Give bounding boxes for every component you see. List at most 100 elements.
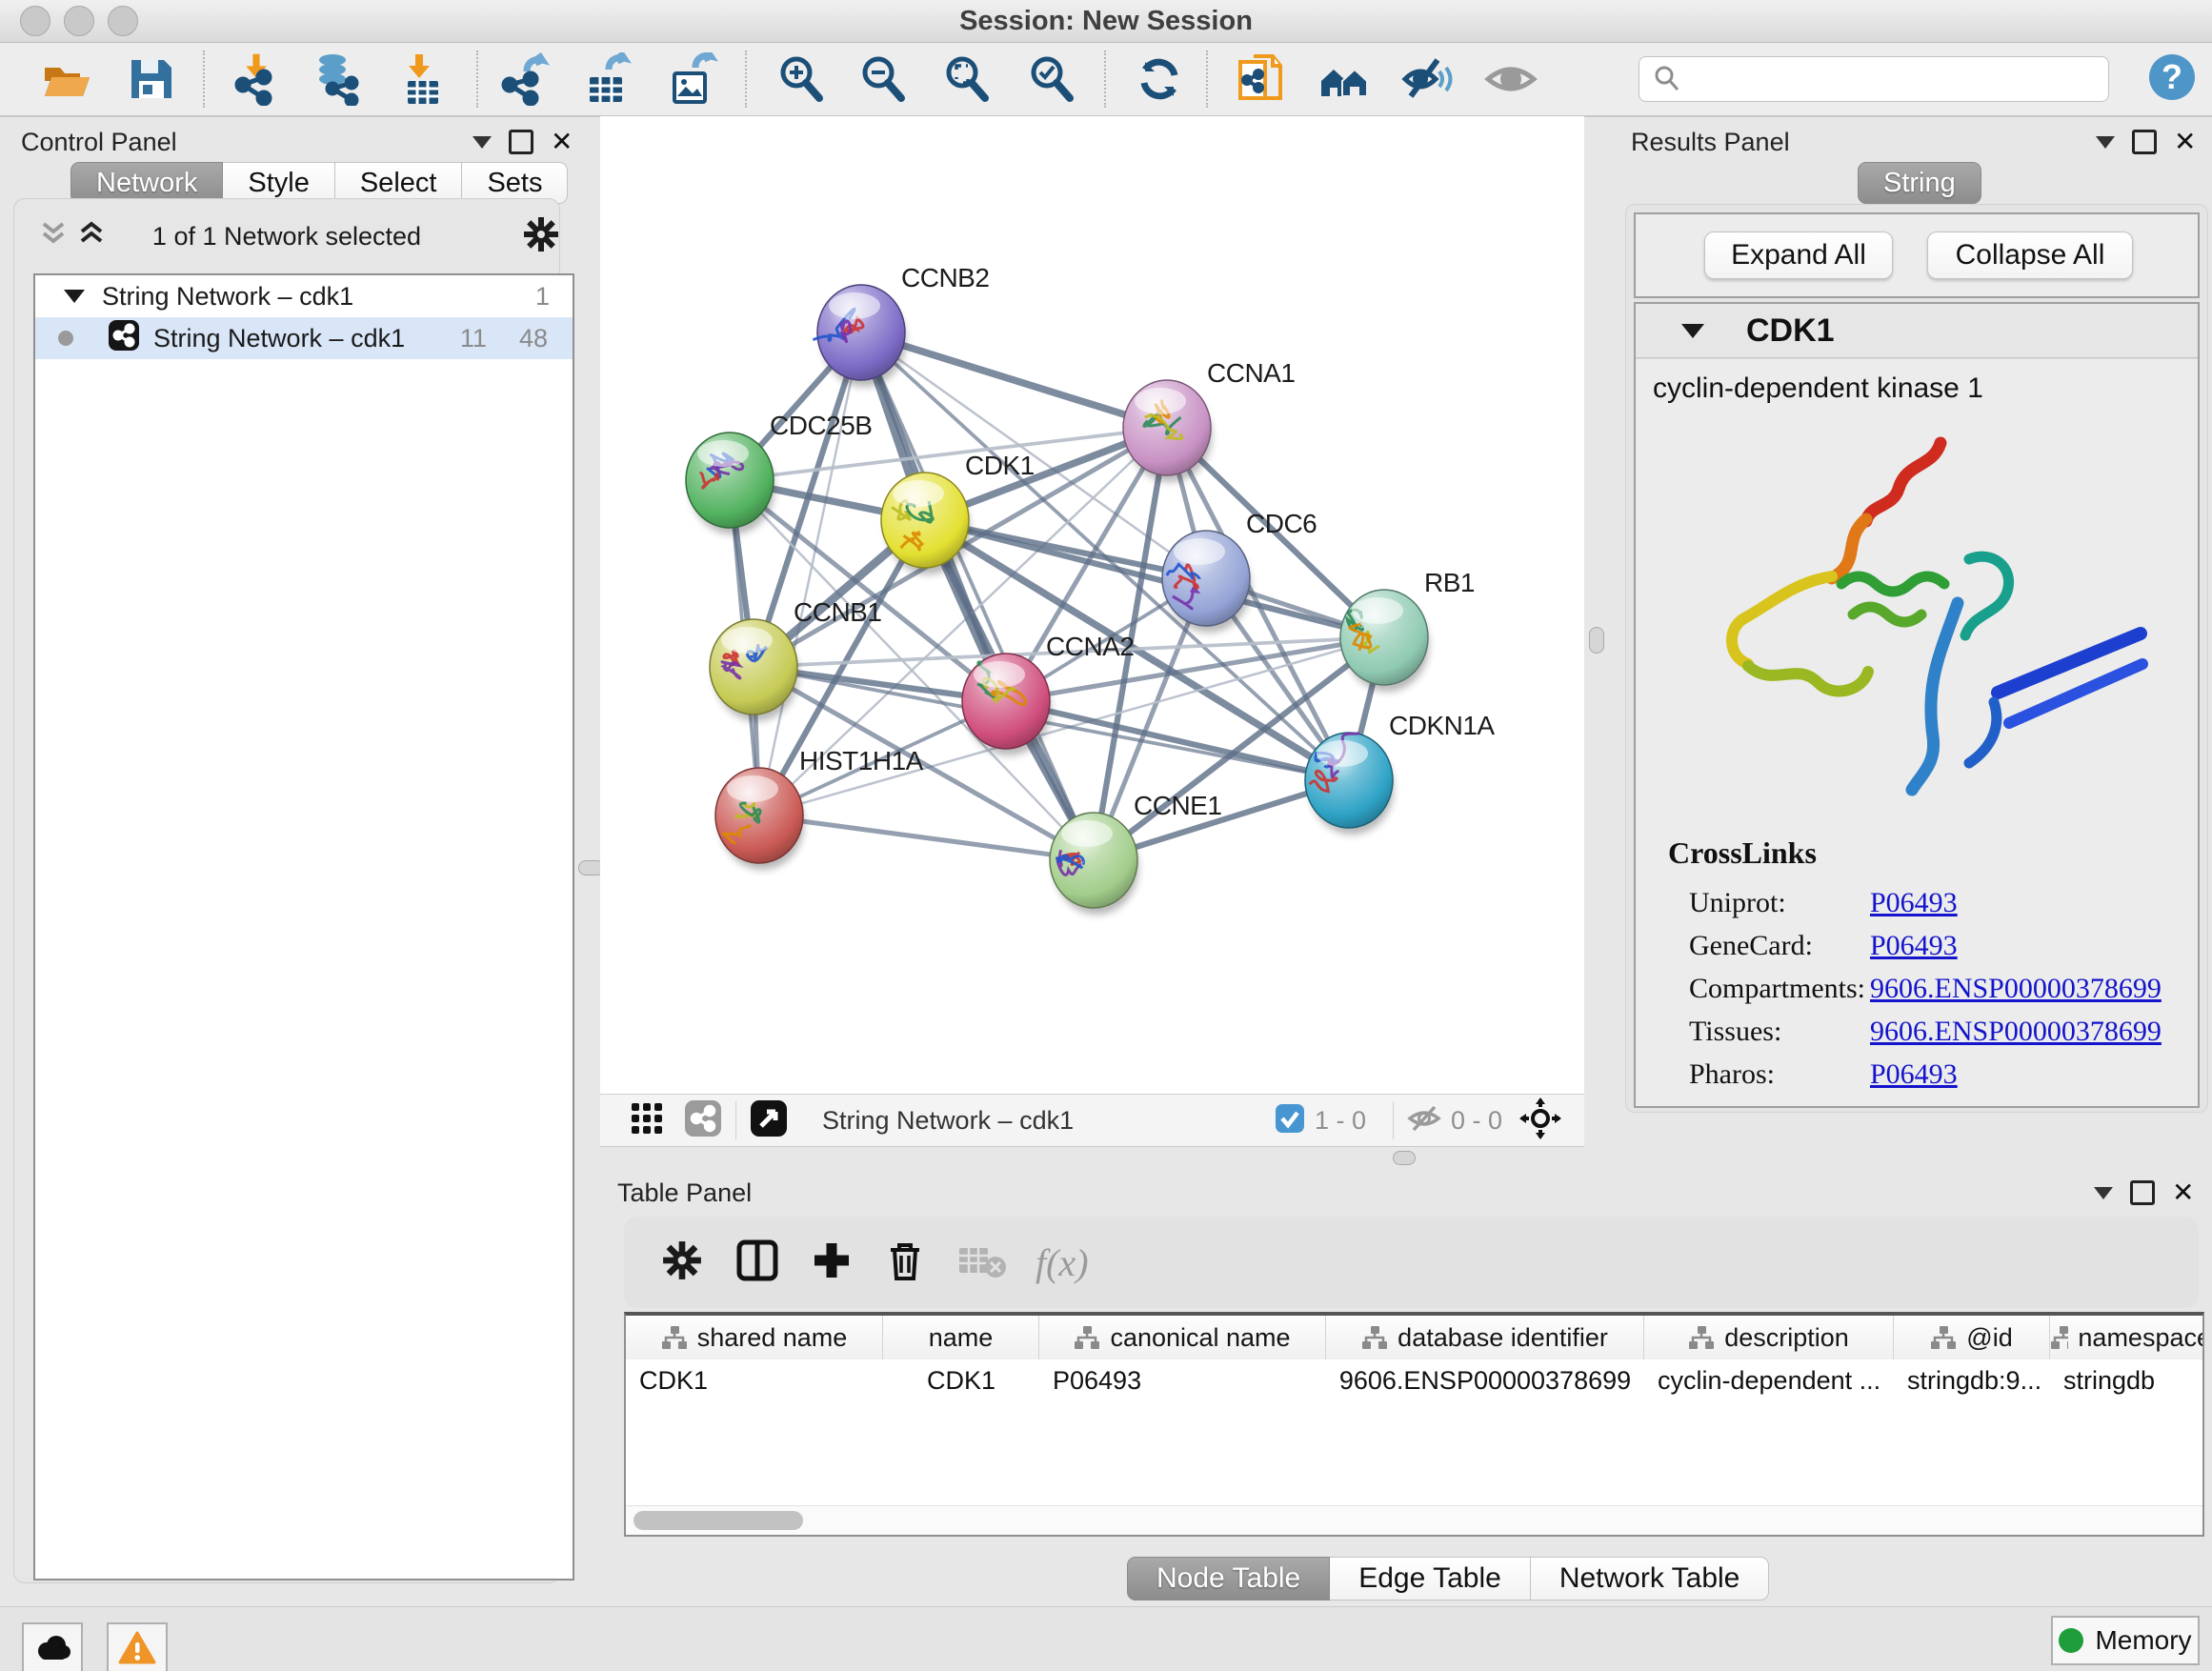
crosslink-label: Tissues:	[1689, 1016, 1870, 1048]
network-edge[interactable]	[759, 815, 1094, 860]
collapse-all-button[interactable]: Collapse All	[1927, 232, 2133, 279]
import-network-icon[interactable]	[231, 52, 285, 106]
section-expander-icon[interactable]	[1681, 324, 1704, 338]
column-header[interactable]: @id	[1894, 1316, 2050, 1359]
table-panel: Table Panel ✕ f(x) shared na	[606, 1171, 2212, 1604]
table-cell[interactable]: CDK1	[626, 1359, 883, 1401]
network-node[interactable]: HIST1H1A	[715, 746, 924, 870]
network-list-options-gear-icon[interactable]	[523, 216, 559, 257]
save-session-icon[interactable]	[124, 52, 177, 106]
table-cell[interactable]: CDK1	[883, 1359, 1039, 1401]
string-import-icon[interactable]	[1233, 52, 1286, 106]
collection-expander-icon[interactable]	[64, 290, 85, 303]
zoom-selected-icon[interactable]	[1024, 52, 1077, 106]
panel-menu-icon[interactable]	[473, 136, 492, 149]
expand-all-button[interactable]: Expand All	[1704, 232, 1893, 279]
network-node[interactable]: CCNB1	[710, 597, 881, 721]
tab-node-table[interactable]: Node Table	[1127, 1557, 1330, 1601]
crosslink-link[interactable]: 9606.ENSP00000378699	[1870, 1016, 2162, 1048]
crosslinks-heading: CrossLinks	[1668, 836, 1817, 871]
warning-button[interactable]	[107, 1622, 168, 1671]
open-session-icon[interactable]	[40, 52, 93, 106]
table-cell[interactable]: stringdb:9...	[1894, 1359, 2050, 1401]
network-graph[interactable]: CCNB2CCNA1CDC25BCDK1CDC6RB1CCNB1CCNA2CDK…	[600, 116, 1584, 1094]
network-node[interactable]: CCNA1	[1123, 358, 1295, 482]
search-input[interactable]	[1689, 64, 2108, 95]
panel-close-icon[interactable]: ✕	[2172, 1183, 2194, 1202]
scrollbar-thumb[interactable]	[633, 1511, 803, 1530]
tab-edge-table[interactable]: Edge Table	[1330, 1557, 1531, 1601]
table-cell[interactable]: 9606.ENSP00000378699	[1326, 1359, 1644, 1401]
network-edge[interactable]	[861, 332, 1167, 428]
show-eye-icon[interactable]	[1484, 52, 1538, 106]
network-edge[interactable]	[1006, 701, 1349, 780]
tab-string[interactable]: String	[1858, 162, 1981, 204]
network-row-selected[interactable]: String Network – cdk1 11 48	[35, 317, 573, 359]
table-cell[interactable]: cyclin-dependent ...	[1644, 1359, 1894, 1401]
import-database-icon[interactable]	[312, 52, 365, 106]
import-table-icon[interactable]	[396, 52, 450, 106]
delete-column-icon[interactable]	[885, 1238, 925, 1287]
crosslink-link[interactable]: 9606.ENSP00000378699	[1870, 973, 2162, 1005]
export-table-icon[interactable]	[580, 52, 633, 106]
panel-float-icon[interactable]	[2132, 130, 2157, 154]
panel-close-icon[interactable]: ✕	[2174, 132, 2196, 151]
panel-float-icon[interactable]	[509, 130, 533, 154]
control-panel-window-controls: ✕	[473, 130, 573, 154]
hidden-eye-slash-icon[interactable]	[1407, 1103, 1441, 1138]
panel-menu-icon[interactable]	[2096, 136, 2115, 149]
horizontal-splitter-handle[interactable]	[1393, 1151, 1416, 1165]
panel-menu-icon[interactable]	[2094, 1187, 2113, 1199]
protein-section-header[interactable]: CDK1	[1636, 304, 2198, 358]
column-header[interactable]: canonical name	[1039, 1316, 1326, 1359]
home-icon[interactable]	[1317, 52, 1371, 106]
network-node[interactable]: RB1	[1340, 568, 1475, 692]
right-splitter-handle[interactable]	[1589, 627, 1604, 654]
crosslink-link[interactable]: P06493	[1870, 930, 1958, 962]
panel-float-icon[interactable]	[2130, 1180, 2155, 1205]
add-column-icon[interactable]	[811, 1239, 853, 1286]
column-header[interactable]: description	[1644, 1316, 1894, 1359]
network-node[interactable]: CDKN1A	[1305, 711, 1495, 835]
cloud-button[interactable]	[22, 1622, 83, 1671]
current-network-title: String Network – cdk1	[822, 1106, 1074, 1136]
memory-button[interactable]: Memory	[2051, 1616, 2200, 1665]
selected-checkbox-icon[interactable]	[1275, 1103, 1305, 1138]
table-cell[interactable]: P06493	[1039, 1359, 1326, 1401]
panel-close-icon[interactable]: ✕	[551, 132, 573, 151]
tab-network-table[interactable]: Network Table	[1531, 1557, 1770, 1601]
show-grid-icon[interactable]	[631, 1102, 663, 1139]
column-header[interactable]: database identifier	[1326, 1316, 1644, 1359]
hide-selected-eye-slash-icon[interactable]	[1401, 52, 1455, 106]
help-icon[interactable]: ?	[2145, 50, 2199, 104]
network-collection-row[interactable]: String Network – cdk1 1	[35, 275, 573, 317]
column-header[interactable]: namespace	[2050, 1316, 2204, 1359]
show-columns-icon[interactable]	[736, 1239, 778, 1286]
search-field[interactable]	[1639, 56, 2109, 102]
network-edge[interactable]	[861, 332, 1094, 860]
hidden-count: 0 - 0	[1451, 1106, 1502, 1136]
toolbar-divider	[203, 50, 205, 108]
network-canvas[interactable]: CCNB2CCNA1CDC25BCDK1CDC6RB1CCNB1CCNA2CDK…	[600, 116, 1584, 1094]
table-options-gear-icon[interactable]	[662, 1240, 702, 1285]
control-panel-title: Control Panel	[21, 128, 177, 157]
table-row[interactable]: CDK1CDK1P064939606.ENSP00000378699cyclin…	[626, 1359, 2202, 1401]
table-cell[interactable]: stringdb	[2050, 1359, 2204, 1401]
refresh-icon[interactable]	[1133, 52, 1186, 106]
network-node[interactable]: CCNE1	[1050, 791, 1221, 915]
table-horizontal-scrollbar[interactable]	[626, 1505, 2202, 1535]
network-share-icon[interactable]	[684, 1099, 722, 1142]
results-panel-window-controls: ✕	[2096, 130, 2196, 154]
column-header[interactable]: name	[883, 1316, 1039, 1359]
export-network-icon[interactable]	[498, 52, 552, 106]
zoom-fit-icon[interactable]	[939, 52, 993, 106]
fit-content-crosshair-icon[interactable]	[1519, 1097, 1561, 1144]
crosslink-link[interactable]: P06493	[1870, 1058, 1958, 1091]
birds-eye-view-icon[interactable]	[750, 1099, 788, 1142]
zoom-out-icon[interactable]	[855, 52, 909, 106]
export-image-icon[interactable]	[665, 52, 718, 106]
string-results-container: Expand All Collapse All CDK1 cyclin-depe…	[1625, 204, 2208, 1113]
column-header[interactable]: shared name	[626, 1316, 883, 1359]
zoom-in-icon[interactable]	[774, 52, 827, 106]
crosslink-link[interactable]: P06493	[1870, 887, 1958, 919]
